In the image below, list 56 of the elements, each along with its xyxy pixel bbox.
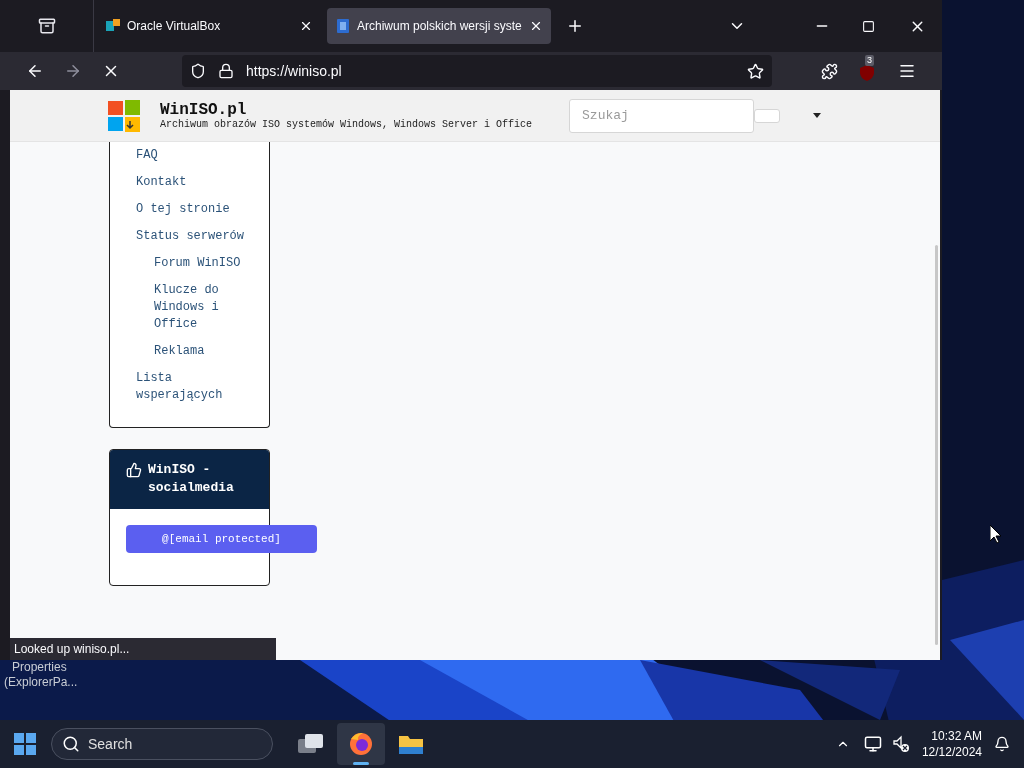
social-title: WinISO - socialmedia (148, 461, 235, 497)
email-button[interactable]: @[email protected] (126, 525, 317, 553)
notification-bell-icon[interactable] (994, 736, 1010, 752)
extensions-icon[interactable] (821, 62, 838, 80)
clock-time[interactable]: 10:32 AM (931, 728, 982, 744)
clock-date[interactable]: 12/12/2024 (921, 744, 982, 760)
desktop-icon-label: (ExplorerPa... (4, 675, 78, 690)
menu-link[interactable]: FAQ (110, 142, 269, 169)
cube-icon (105, 18, 121, 34)
menu-icon[interactable] (898, 62, 916, 80)
tab-title: Archiwum polskich wersji syste (357, 18, 523, 35)
windows-start-icon[interactable] (14, 733, 36, 755)
address-bar[interactable]: https://winiso.pl (182, 55, 772, 87)
caret-icon[interactable] (813, 113, 822, 118)
taskbar-app[interactable] (337, 723, 385, 765)
search-icon (62, 735, 80, 753)
menu-link[interactable]: Klucze do Windows i Office (110, 277, 269, 338)
firefox-icon (348, 731, 374, 757)
forward-icon[interactable] (64, 62, 82, 80)
menu-link[interactable]: O tej stronie (110, 196, 269, 223)
folder-icon (398, 733, 424, 755)
browser-tab[interactable]: Archiwum polskich wersji syste (327, 8, 551, 44)
task-view-icon (298, 733, 324, 755)
tab-list-icon[interactable] (37, 17, 56, 35)
windows-logo-icon (108, 99, 142, 132)
menu-link[interactable]: Forum WinISO (110, 250, 269, 277)
menu-link[interactable]: Kontakt (110, 169, 269, 196)
status-tooltip: Looked up winiso.pl... (10, 638, 276, 660)
search-placeholder: Search (88, 734, 133, 754)
maximize-icon[interactable] (862, 19, 875, 33)
menu-link[interactable]: Reklama (110, 338, 269, 365)
speaker-muted-icon[interactable] (891, 735, 910, 753)
extension-badge: 3 (865, 55, 874, 66)
mouse-pointer-icon (990, 525, 1002, 544)
site-search-field[interactable]: Szukaj (569, 98, 755, 133)
menu-link[interactable]: Status serwerów (110, 223, 269, 250)
site-subtitle: Archiwum obrazów ISO systemów Windows, Windows Server i Office (160, 118, 533, 131)
new-tab-icon[interactable] (566, 17, 584, 35)
lock-icon[interactable] (218, 63, 234, 79)
site-title[interactable]: WinISO.pl (160, 100, 533, 119)
thumbs-up-icon (126, 462, 142, 478)
menu-link[interactable]: Lista wsperających (110, 365, 269, 409)
desktop-icon-label: Properties (11, 660, 68, 675)
select-field[interactable] (754, 108, 781, 123)
page-icon (335, 18, 351, 34)
url-text: https://winiso.pl (246, 61, 343, 81)
close-icon[interactable] (299, 19, 313, 33)
taskbar-search-field[interactable]: Search (51, 728, 273, 760)
tab-title: Oracle VirtualBox (127, 18, 222, 35)
browser-tab[interactable]: Oracle VirtualBox (97, 8, 321, 44)
close-icon[interactable] (529, 19, 543, 33)
back-icon[interactable] (26, 62, 44, 80)
active-indicator (353, 762, 369, 765)
scrollbar-thumb[interactable] (935, 245, 938, 645)
shield-icon[interactable] (190, 63, 206, 79)
bookmark-star-icon[interactable] (747, 62, 764, 80)
